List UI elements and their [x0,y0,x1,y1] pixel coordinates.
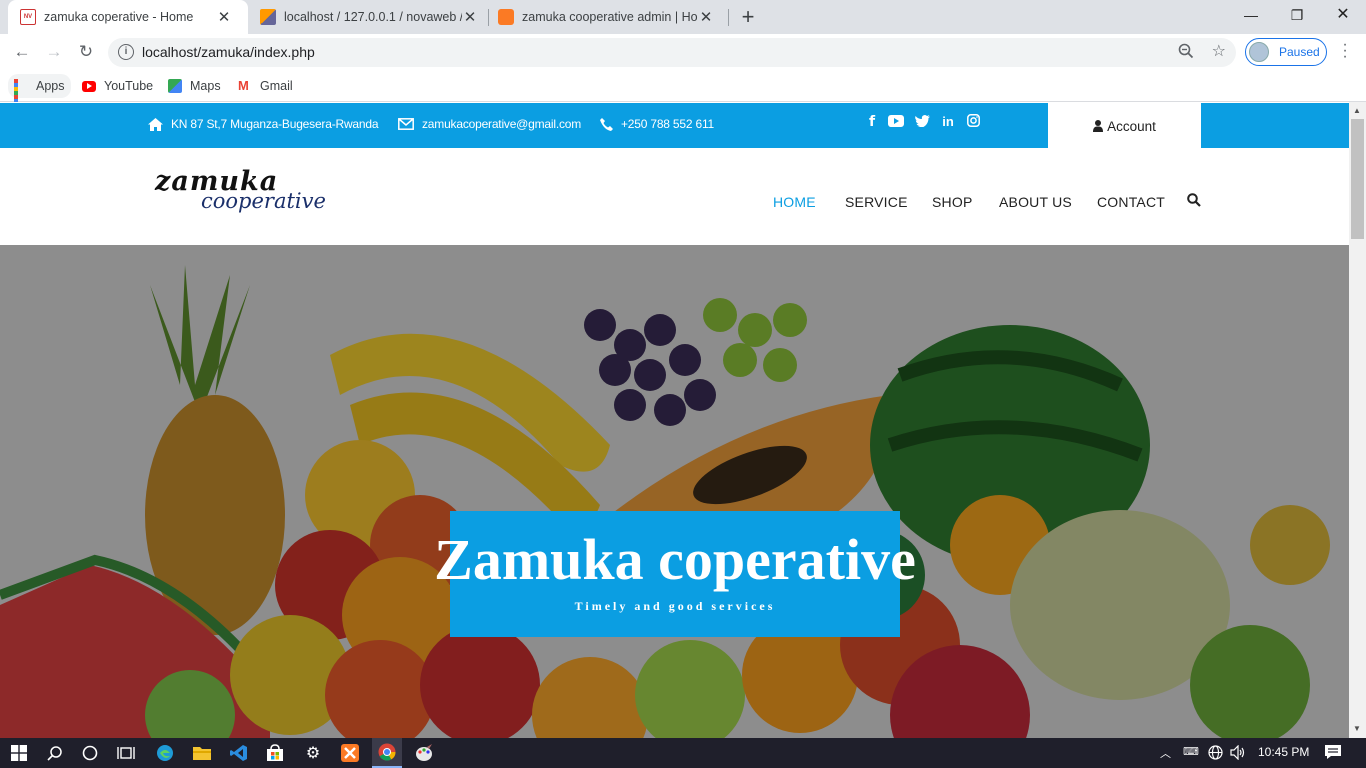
zoom-icon[interactable] [1178,43,1194,62]
envelope-icon [398,118,414,130]
forward-button[interactable]: → [42,40,66,64]
network-globe-icon[interactable] [1208,745,1223,763]
tab-title: zamuka cooperative admin | Hom [522,10,698,24]
store-icon[interactable] [265,743,285,763]
youtube-icon[interactable] [887,114,905,130]
web-page: KN 87 St,7 Muganza-Bugesera-Rwanda zamuk… [0,102,1349,738]
site-info-icon[interactable]: i [118,44,134,60]
phone-text[interactable]: +250 788 552 611 [621,117,714,131]
back-button[interactable]: ← [10,40,34,64]
email-text[interactable]: zamukacoperative@gmail.com [422,117,581,131]
chrome-taskbar-icon[interactable] [372,738,402,768]
edge-icon[interactable] [155,743,175,763]
close-window-button[interactable]: ✕ [1320,0,1366,34]
account-button[interactable]: Account [1048,103,1201,149]
phpmyadmin-favicon-icon [260,9,276,25]
maps-icon [168,79,182,93]
bookmark-star-icon[interactable]: ☆ [1212,41,1226,61]
reload-button[interactable]: ↻ [74,40,98,64]
address-info: KN 87 St,7 Muganza-Bugesera-Rwanda [148,117,379,131]
phone-info[interactable]: +250 788 552 611 [600,117,714,131]
facebook-icon[interactable]: f [863,114,881,130]
browser-tab-phpmyadmin[interactable]: localhost / 127.0.0.1 / novaweb / ✕ [248,0,488,34]
bookmark-gmail[interactable]: M Gmail [238,76,293,96]
bookmark-apps[interactable]: Apps [8,74,71,115]
profile-button[interactable]: Paused [1245,38,1327,66]
user-icon [1093,120,1104,132]
linkedin-icon[interactable]: in [939,114,957,129]
site-favicon-icon: NV [20,9,36,25]
notifications-icon[interactable] [1325,745,1341,763]
tab-title: localhost / 127.0.0.1 / novaweb / [284,10,462,24]
settings-gear-icon[interactable]: ⚙ [303,743,323,763]
volume-icon[interactable] [1230,744,1245,763]
xampp-favicon-icon [498,9,514,25]
bookmark-label: Maps [190,79,221,93]
address-text: KN 87 St,7 Muganza-Bugesera-Rwanda [171,117,379,131]
avatar [1249,42,1269,62]
vscode-icon[interactable] [229,743,249,763]
bookmark-maps[interactable]: Maps [168,76,221,96]
tab-separator [728,9,729,26]
restore-button[interactable]: ❐ [1274,0,1320,34]
logo-line2: cooperative [201,189,326,213]
scroll-down-icon[interactable]: ▼ [1353,724,1361,733]
site-logo[interactable]: zamuka cooperative [155,166,326,213]
bookmark-label: Apps [36,79,65,93]
contact-topbar: KN 87 St,7 Muganza-Bugesera-Rwanda zamuk… [0,103,1349,149]
new-tab-button[interactable]: + [736,4,760,30]
hero-subtitle: Timely and good services [574,599,776,613]
clock-time[interactable]: 10:45 PM [1258,745,1309,759]
bookmark-label: YouTube [104,79,154,93]
minimize-button[interactable]: — [1228,0,1274,34]
scrollbar-thumb[interactable] [1351,119,1364,239]
home-icon [148,117,163,131]
email-info[interactable]: zamukacoperative@gmail.com [398,117,581,131]
browser-toolbar: ← → ↻ i localhost/zamuka/index.php ☆ Pau… [0,34,1366,70]
menu-kebab-icon[interactable]: · · · [1338,37,1352,65]
phone-icon [600,117,613,131]
nav-about-us[interactable]: ABOUT US [999,194,1072,210]
tray-chevron-icon[interactable]: ︿ [1160,745,1171,761]
browser-tab-home[interactable]: NV zamuka coperative - Home ✕ [8,0,248,34]
nav-contact[interactable]: CONTACT [1097,194,1165,210]
keyboard-language-icon[interactable]: ⌨ [1183,745,1199,758]
search-icon[interactable] [45,743,65,763]
youtube-icon [82,80,96,92]
apps-grid-icon [14,79,28,115]
windows-start-icon[interactable] [9,743,29,763]
url-text[interactable]: localhost/zamuka/index.php [142,44,315,60]
nav-shop[interactable]: SHOP [932,194,972,210]
tab-title: zamuka coperative - Home [44,10,194,24]
cortana-icon[interactable] [80,743,100,763]
file-explorer-icon[interactable] [192,743,212,763]
paint-icon[interactable] [414,743,434,763]
page-scrollbar[interactable]: ▲ ▼ [1349,102,1366,738]
close-tab-icon[interactable]: ✕ [216,8,232,26]
hero-overlay [0,245,1349,738]
search-icon[interactable] [1187,193,1201,212]
bookmark-label: Gmail [260,79,293,93]
scroll-up-icon[interactable]: ▲ [1353,106,1361,115]
address-bar[interactable]: i localhost/zamuka/index.php ☆ [108,38,1236,67]
account-label: Account [1107,118,1156,134]
hero-banner: Zamuka coperative Timely and good servic… [0,245,1349,738]
browser-tab-strip: NV zamuka coperative - Home ✕ localhost … [0,0,1366,34]
instagram-icon[interactable] [964,114,982,130]
browser-tab-admin[interactable]: zamuka cooperative admin | Hom ✕ [488,0,728,34]
bookmark-youtube[interactable]: YouTube [82,76,153,96]
bookmarks-bar: Apps YouTube Maps M Gmail [0,70,1366,115]
xampp-icon[interactable] [340,743,360,763]
twitter-icon[interactable] [913,114,931,130]
main-navigation: zamuka cooperative HOME SERVICE SHOP ABO… [0,148,1349,245]
task-view-icon[interactable] [116,743,136,763]
profile-status: Paused [1279,45,1320,59]
gmail-icon: M [238,78,249,93]
windows-taskbar: ⚙ ︿ ⌨ 10:45 PM [0,738,1366,768]
hero-title: Zamuka coperative [434,527,916,592]
nav-home[interactable]: HOME [773,194,816,210]
close-tab-icon[interactable]: ✕ [462,8,478,26]
nav-service[interactable]: SERVICE [845,194,908,210]
close-tab-icon[interactable]: ✕ [698,8,714,26]
